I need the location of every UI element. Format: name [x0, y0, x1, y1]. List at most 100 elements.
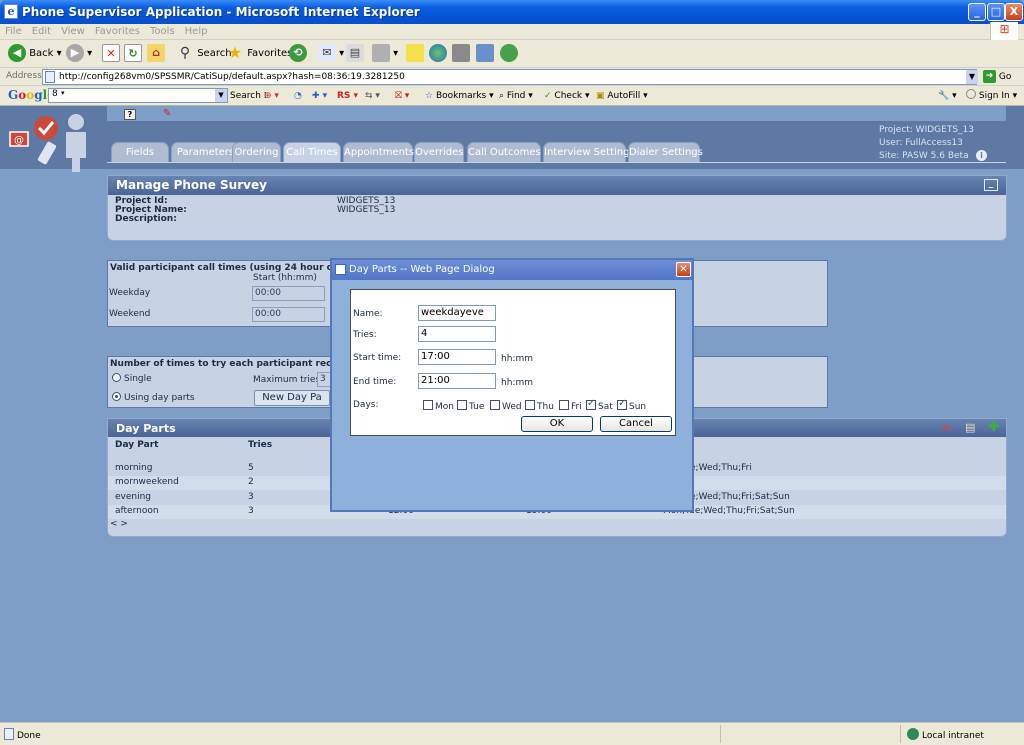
- menu-favorites[interactable]: Favorites: [90, 25, 145, 38]
- history-button[interactable]: ⟲: [289, 44, 307, 64]
- address-label: Address: [6, 71, 42, 81]
- edit-icon[interactable]: ▤: [965, 421, 975, 434]
- tries-input[interactable]: 4: [418, 326, 496, 342]
- globe-icon: [429, 44, 447, 62]
- bookmarks-button[interactable]: ☆ Bookmarks ▾: [425, 89, 494, 103]
- autofill-icon: ▣: [596, 91, 605, 101]
- search-button[interactable]: ⚲ Search: [176, 44, 232, 64]
- menu-tools[interactable]: Tools: [145, 25, 180, 38]
- day-checkbox-fri[interactable]: Fri: [559, 400, 582, 412]
- go-button[interactable]: ➜ Go: [983, 69, 1011, 85]
- weekend-start-input[interactable]: 00:00: [252, 307, 325, 322]
- google-news-icon[interactable]: ⊕ ▾: [264, 89, 279, 103]
- start-time-input[interactable]: 17:00: [418, 349, 496, 365]
- day-checkbox-sun[interactable]: Sun: [617, 398, 646, 412]
- mail-icon: ✉: [318, 44, 336, 62]
- weekend-label: Weekend: [109, 309, 151, 319]
- print-icon: ▤: [346, 44, 364, 62]
- project-name-value: WIDGETS_13: [337, 205, 396, 215]
- dialog-close-button[interactable]: ✕: [676, 262, 691, 277]
- cancel-button[interactable]: Cancel: [600, 416, 672, 432]
- google-spell-icon[interactable]: ◔: [294, 89, 302, 103]
- mail-button[interactable]: ✉ ▾: [318, 44, 344, 64]
- maximize-button[interactable]: □: [987, 3, 1005, 21]
- home-button[interactable]: ⌂: [147, 44, 165, 64]
- research-icon: [452, 44, 470, 62]
- single-radio[interactable]: Single: [112, 373, 152, 384]
- name-input[interactable]: weekdayeve: [418, 305, 496, 321]
- messenger-button[interactable]: [500, 44, 518, 64]
- rs-button[interactable]: RS ▾: [337, 89, 358, 103]
- home-icon: ⌂: [147, 44, 165, 62]
- add-icon[interactable]: ✚: [988, 419, 1000, 435]
- find-button[interactable]: ⌕ Find ▾: [499, 89, 533, 103]
- tab-call-outcomes[interactable]: Call Outcomes: [467, 142, 541, 163]
- autofill-button[interactable]: ▣ AutoFill ▾: [596, 89, 648, 103]
- browser-toolbar: ◀ Back ▾ ▶ ▾ ✕ ↻ ⌂ ⚲ Search ★ Favorites …: [0, 40, 1024, 68]
- minimize-panel-button[interactable]: _: [984, 179, 998, 191]
- refresh-icon: ↻: [124, 44, 142, 62]
- sign-in-icon: [966, 89, 976, 99]
- tab-parameters[interactable]: Parameters: [171, 142, 240, 163]
- sign-in-button[interactable]: Sign In ▾: [966, 89, 1017, 103]
- day-checkbox-wed[interactable]: Wed: [490, 400, 522, 412]
- ok-button[interactable]: OK: [521, 416, 593, 432]
- tool-icon[interactable]: ✎: [163, 108, 175, 120]
- end-time-input[interactable]: 21:00: [418, 373, 496, 389]
- tab-dialer-settings[interactable]: Dialer Settings: [628, 142, 703, 163]
- info-icon[interactable]: i: [976, 150, 987, 161]
- address-dropdown[interactable]: ▼: [966, 70, 978, 84]
- status-bar: Done Local intranet: [0, 722, 1024, 745]
- new-day-part-button[interactable]: New Day Pa: [254, 390, 330, 406]
- google-search-dropdown[interactable]: ▼: [215, 89, 227, 102]
- popup-blocker-icon[interactable]: ⛝ ▾: [395, 89, 409, 103]
- messenger-icon: [500, 44, 518, 62]
- address-input[interactable]: http://config268vm0/SPSSMR/CatiSup/defau…: [42, 69, 977, 85]
- media-button[interactable]: [476, 44, 494, 64]
- tab-appointments[interactable]: Appointments: [343, 142, 414, 163]
- day-checkbox-mon[interactable]: Mon: [423, 400, 454, 412]
- globe-button[interactable]: [429, 44, 447, 64]
- day-parts-title: Day Parts: [116, 422, 176, 435]
- google-add-icon[interactable]: ✚ ▾: [312, 89, 327, 103]
- refresh-button[interactable]: ↻: [124, 44, 142, 64]
- menu-edit[interactable]: Edit: [27, 25, 56, 38]
- share-icon[interactable]: ⇆ ▾: [365, 89, 380, 103]
- menu-file[interactable]: File: [0, 25, 27, 38]
- tab-overrides[interactable]: Overrides: [414, 142, 464, 163]
- weekday-start-input[interactable]: 00:00: [252, 286, 325, 301]
- google-search-input[interactable]: 8 ▾ ▼: [48, 88, 228, 103]
- day-checkbox-thu[interactable]: Thu: [525, 400, 554, 412]
- notes-button[interactable]: [406, 44, 424, 64]
- pager[interactable]: < >: [110, 519, 128, 529]
- tab-call-times[interactable]: Call Times: [283, 142, 341, 163]
- stop-button[interactable]: ✕: [102, 44, 120, 64]
- day-checkbox-sat[interactable]: Sat: [586, 398, 613, 412]
- close-button[interactable]: X: [1005, 3, 1023, 21]
- tab-interview-settings[interactable]: Interview Settings: [543, 142, 635, 163]
- max-tries-input[interactable]: 3: [317, 372, 331, 387]
- check-button[interactable]: ✓ Check ▾: [544, 89, 590, 103]
- menu-view[interactable]: View: [56, 25, 90, 38]
- delete-icon[interactable]: ✕: [941, 421, 951, 435]
- research-button[interactable]: [452, 44, 470, 64]
- menu-help[interactable]: Help: [180, 25, 213, 38]
- menu-bar: File Edit View Favorites Tools Help ⊞: [0, 22, 1024, 40]
- day-checkbox-tue[interactable]: Tue: [457, 400, 484, 412]
- back-button[interactable]: ◀ Back ▾: [8, 44, 62, 64]
- favorites-button[interactable]: ★ Favorites: [226, 44, 293, 64]
- max-tries-label: Maximum tries:: [253, 375, 324, 385]
- help-icon[interactable]: ?: [124, 109, 136, 120]
- edit-button[interactable]: ▾: [372, 44, 398, 64]
- tab-ordering[interactable]: Ordering: [232, 142, 281, 163]
- google-search-button[interactable]: Search ⁞: [230, 89, 267, 103]
- ie-logo-icon: e: [4, 4, 18, 19]
- forward-button[interactable]: ▶ ▾: [66, 44, 92, 64]
- tab-fields[interactable]: Fields: [111, 142, 169, 163]
- print-button[interactable]: ▤: [346, 44, 364, 64]
- description-label: Description:: [115, 214, 177, 224]
- page-icon: [4, 728, 14, 740]
- using-day-parts-radio[interactable]: Using day parts: [112, 392, 195, 403]
- minimize-button[interactable]: _: [968, 3, 986, 21]
- settings-wrench-button[interactable]: 🔧 ▾: [938, 89, 957, 103]
